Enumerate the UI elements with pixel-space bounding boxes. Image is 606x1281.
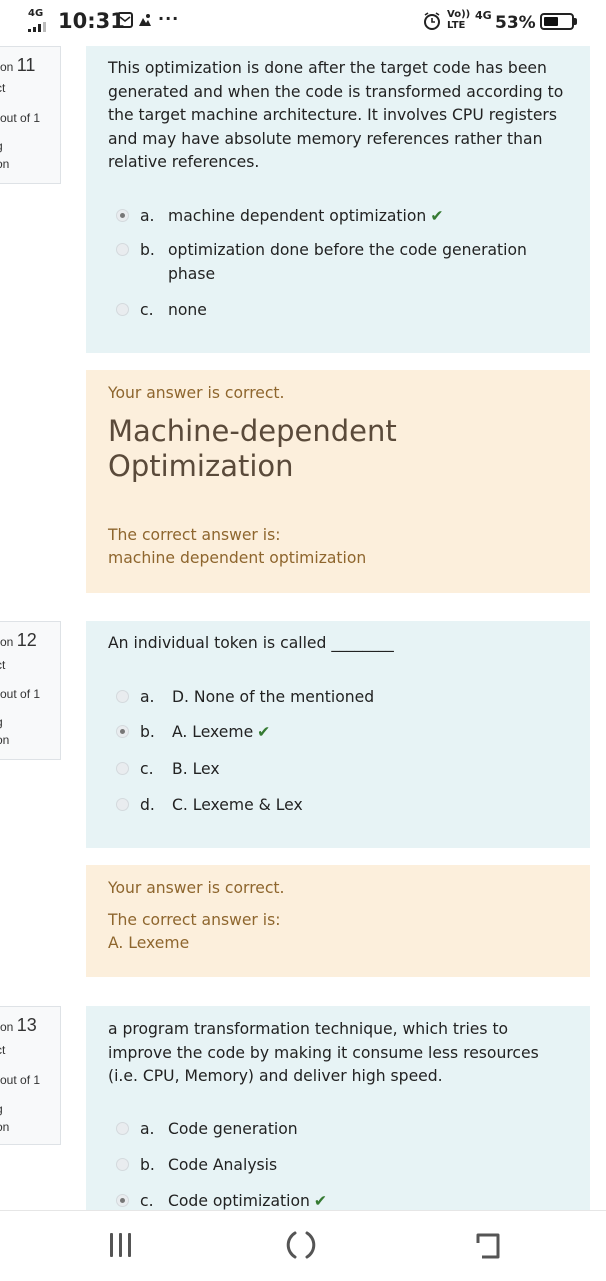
radio-button[interactable] [116,209,129,222]
question-text-box-11: This optimization is done after the targ… [86,46,590,353]
flag-label: on [0,157,10,171]
check-icon: ✔ [313,1192,327,1210]
right-answer-label: The correct answer is: [108,526,281,544]
question-info-12: on 12 ct out of 1 g on [0,621,61,760]
more-notifications: ··· [158,9,180,28]
question-text: a program transformation technique, whic… [108,1020,539,1085]
app-notification-icon [139,14,151,26]
general-feedback: Machine-dependent Optimization [108,414,397,483]
back-icon[interactable] [472,1231,502,1261]
question-marks: out of 1 [0,1073,41,1087]
radio-button[interactable] [116,1122,129,1135]
radio-button[interactable] [116,303,129,316]
alarm-icon [424,12,440,30]
flag-label: on [0,733,10,747]
question-state: ct [0,81,6,95]
question-number: 12 [16,630,37,650]
question-number: 11 [16,55,36,75]
recent-apps-icon[interactable] [110,1233,132,1257]
question-number: 13 [16,1015,37,1035]
flag-icon: g [0,139,3,153]
home-icon[interactable] [283,1229,319,1261]
check-icon: ✔ [430,207,444,225]
battery-icon [540,13,574,30]
question-text-box-12: An individual token is called ________ a… [86,621,590,848]
radio-button[interactable] [116,762,129,775]
question-text: This optimization is done after the targ… [108,59,564,171]
radio-button[interactable] [116,798,129,811]
flag-label: on [0,1120,10,1134]
answer-option[interactable]: b. optimization done before the code gen… [116,238,550,286]
flag-icon: g [0,1102,3,1116]
question-text-box-13: a program transformation technique, whic… [86,1006,590,1210]
question-info-13: on 13 ct out of 1 g on [0,1006,61,1145]
radio-button[interactable] [116,1158,129,1171]
right-answer: A. Lexeme [108,934,190,952]
question-info-11: on 11 ct out of 1 g on [0,46,61,184]
feedback-status: Your answer is correct. [108,879,285,897]
network-type: 4G [28,8,44,19]
radio-button[interactable] [116,725,129,738]
feedback-status: Your answer is correct. [108,384,285,402]
network-type-2: 4G [475,9,492,22]
right-answer: machine dependent optimization [108,549,367,567]
radio-button[interactable] [116,243,129,256]
status-bar: 4G 10:31 ··· Vo)) LTE 4G 53% [0,0,606,46]
radio-button[interactable] [116,1194,129,1207]
radio-button[interactable] [116,690,129,703]
flag-icon: g [0,715,3,729]
question-marks: out of 1 [0,687,41,701]
check-icon: ✔ [257,723,271,741]
question-state: ct [0,1043,6,1057]
right-answer-label: The correct answer is: [108,911,281,929]
system-navigation-bar [0,1210,606,1281]
battery-percent: 53% [495,13,536,33]
feedback-box-11: Your answer is correct. Machine-dependen… [86,370,590,593]
signal-icon [28,22,48,32]
clock: 10:31 [58,9,125,33]
mail-notification-icon [117,12,133,28]
question-text: An individual token is called ________ [108,634,394,652]
feedback-box-12: Your answer is correct. The correct answ… [86,865,590,977]
volte-indicator: Vo)) LTE [447,9,471,31]
question-state: ct [0,658,6,672]
question-marks: out of 1 [0,111,41,125]
